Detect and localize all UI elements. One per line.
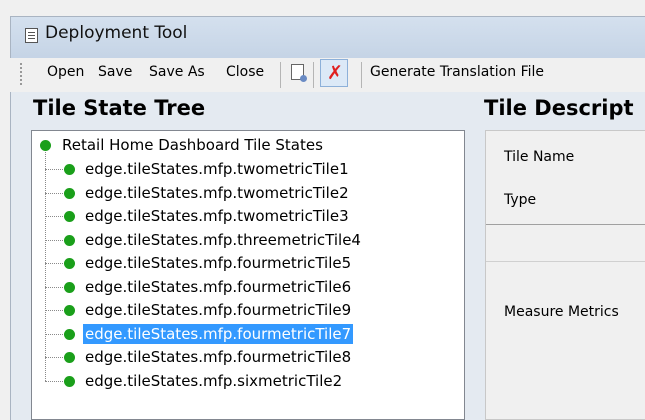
- tree-item-label: edge.tileStates.mfp.twometricTile1: [85, 160, 349, 178]
- save-as-button[interactable]: Save As: [149, 64, 205, 80]
- generate-translation-file-button[interactable]: Generate Translation File: [370, 64, 544, 80]
- tree-item[interactable]: edge.tileStates.mfp.twometricTile1: [64, 159, 454, 181]
- tree-item-label: edge.tileStates.mfp.fourmetricTile5: [85, 254, 352, 272]
- node-status-icon: [64, 164, 75, 175]
- node-status-icon: [64, 211, 75, 222]
- node-status-icon: [64, 281, 75, 293]
- tree-item-label: edge.tileStates.mfp.fourmetricTile8: [85, 348, 352, 366]
- node-status-icon: [64, 187, 75, 199]
- window-title: Deployment Tool: [45, 23, 188, 43]
- tree-item[interactable]: edge.tileStates.mfp.twometricTile3: [64, 206, 454, 228]
- tree-item-label: edge.tileStates.mfp.threemetricTile4: [85, 230, 361, 249]
- tree-connector-line: [45, 357, 65, 358]
- tree-item-label: edge.tileStates.mfp.twometricTile2: [85, 183, 349, 202]
- tree-connector-line: [45, 239, 65, 241]
- tile-state-tree[interactable]: Retail Home Dashboard Tile States edge.t…: [31, 130, 465, 420]
- tree-item[interactable]: edge.tileStates.mfp.fourmetricTile6: [64, 277, 454, 299]
- app-document-icon: [25, 28, 38, 43]
- tile-state-tree-heading: Tile State Tree: [33, 96, 206, 120]
- tree-item-label: edge.tileStates.mfp.fourmetricTile6: [85, 277, 352, 296]
- tree-connector-line: [45, 192, 65, 194]
- tree-item[interactable]: edge.tileStates.mfp.sixmetricTile2: [64, 371, 454, 393]
- node-status-icon: [64, 328, 75, 340]
- toolbar-separator: [361, 62, 362, 88]
- title-bar[interactable]: Deployment Tool: [11, 17, 645, 61]
- tree-item-label: edge.tileStates.mfp.fourmetricTile9: [85, 301, 352, 319]
- node-status-icon: [64, 305, 75, 316]
- measure-metrics-label: Measure Metrics: [504, 304, 619, 320]
- tree-root-label: Retail Home Dashboard Tile States: [62, 136, 323, 154]
- tree-item-label: edge.tileStates.mfp.fourmetricTile7: [83, 323, 354, 344]
- tile-name-label: Tile Name: [504, 149, 575, 165]
- node-status-icon: [64, 258, 75, 269]
- save-button[interactable]: Save: [98, 64, 132, 80]
- tree-connector-line: [45, 380, 65, 382]
- toolbar-grip[interactable]: [20, 63, 22, 87]
- tree-item[interactable]: edge.tileStates.mfp.fourmetricTile7: [64, 323, 454, 346]
- tree-connector-line: [45, 169, 65, 170]
- node-status-icon: [64, 375, 75, 387]
- node-status-icon: [64, 234, 75, 246]
- close-button[interactable]: Close: [226, 64, 264, 80]
- tree-connector-line: [45, 286, 65, 288]
- delete-button[interactable]: ✗: [320, 59, 348, 87]
- toolbar-separator: [280, 62, 281, 88]
- delete-x-icon: ✗: [327, 62, 343, 84]
- tree-item-label: edge.tileStates.mfp.sixmetricTile2: [85, 371, 343, 390]
- tree-connector-line: [45, 263, 65, 264]
- field-divider: [486, 261, 645, 262]
- node-status-icon: [40, 140, 51, 151]
- type-label: Type: [504, 192, 537, 208]
- tile-description-heading: Tile Descript: [484, 96, 634, 120]
- toolbar-separator: [313, 62, 314, 88]
- tree-connector-line: [45, 216, 65, 217]
- tree-item[interactable]: edge.tileStates.mfp.fourmetricTile5: [64, 253, 454, 275]
- field-divider: [486, 224, 645, 225]
- node-status-icon: [64, 352, 75, 363]
- tree-connector-line: [45, 333, 65, 335]
- tree-item[interactable]: edge.tileStates.mfp.fourmetricTile9: [64, 300, 454, 322]
- tree-item[interactable]: edge.tileStates.mfp.twometricTile2: [64, 183, 454, 205]
- tile-description-panel: Tile Name Type Measure Metrics: [485, 130, 645, 420]
- tree-item[interactable]: edge.tileStates.mfp.fourmetricTile8: [64, 347, 454, 369]
- tree-item-label: edge.tileStates.mfp.twometricTile3: [85, 207, 349, 225]
- open-button[interactable]: Open: [47, 64, 84, 80]
- tree-root-node[interactable]: Retail Home Dashboard Tile States: [40, 135, 460, 157]
- tree-item[interactable]: edge.tileStates.mfp.threemetricTile4: [64, 230, 454, 252]
- tree-connector-line: [45, 310, 65, 311]
- document-gear-icon[interactable]: [291, 64, 307, 82]
